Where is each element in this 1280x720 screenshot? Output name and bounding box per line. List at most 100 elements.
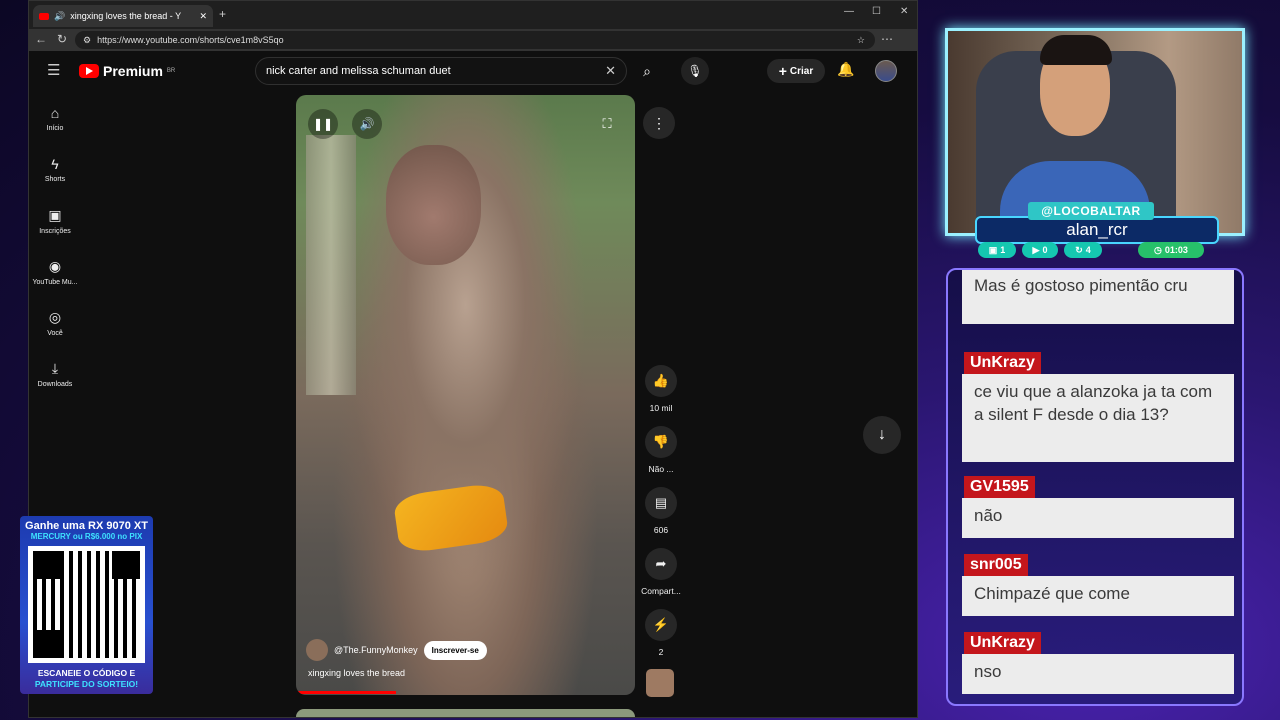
volume-button[interactable]: 🔊 — [352, 109, 382, 139]
streamer-handle: @LOCOBALTAR — [1028, 202, 1154, 220]
share-button[interactable]: ➦ Compart... — [637, 548, 685, 596]
video-progress-bar[interactable] — [296, 691, 396, 694]
fullscreen-button[interactable]: ⛶ — [592, 109, 622, 139]
pause-button[interactable]: ❚❚ — [308, 109, 338, 139]
vertical-dots-icon: ⋮ — [652, 114, 666, 131]
sidebar-label: Shorts — [44, 176, 66, 183]
chat-message: não — [962, 498, 1234, 538]
search-icon: ⌕ — [643, 62, 651, 79]
speaker-icon[interactable]: 🔊 — [54, 11, 65, 22]
sidebar-label: Inscrições — [39, 228, 71, 235]
thumbs-down-icon: 👎 — [645, 426, 677, 458]
browser-tab[interactable]: 🔊 xingxing loves the bread - Y ✕ — [33, 5, 213, 27]
channel-avatar[interactable] — [306, 639, 328, 661]
avatar[interactable] — [875, 60, 897, 82]
channel-info: @The.FunnyMonkey Inscrever-se — [306, 639, 487, 661]
close-tab-icon[interactable]: ✕ — [199, 11, 207, 22]
minimize-icon[interactable]: — — [844, 7, 854, 17]
dislike-button[interactable]: 👎 Não ... — [637, 426, 685, 474]
volume-icon: 🔊 — [359, 117, 375, 131]
subscriptions-icon: ▣ — [48, 207, 62, 223]
sidebar-item-youtube-music[interactable]: ◉ YouTube Mu... — [29, 258, 81, 286]
url-field[interactable]: ⚙ https://www.youtube.com/shorts/cve1m8v… — [75, 31, 875, 49]
voice-search-button[interactable]: 🎙 — [681, 57, 709, 85]
videos-stat: ▶ 0 — [1022, 242, 1058, 258]
video-frame-bread — [392, 481, 510, 555]
download-icon: ⤓ — [51, 360, 59, 376]
search-button[interactable]: ⌕ — [627, 57, 667, 85]
notifications-bell-icon[interactable]: 🔔 — [837, 61, 854, 78]
channel-name[interactable]: @The.FunnyMonkey — [334, 645, 418, 655]
search-input[interactable]: nick carter and melissa schuman duet ✕ — [255, 57, 627, 85]
logo-region: BR — [166, 68, 176, 74]
bookmark-star-icon[interactable]: ☆ — [857, 35, 865, 46]
short-video-player[interactable]: ❚❚ 🔊 ⛶ @The.FunnyMonkey Inscrever-se xin… — [296, 95, 635, 695]
youtube-favicon — [39, 12, 49, 20]
menu-dots-icon[interactable]: ⋯ — [881, 33, 893, 45]
sidebar-item-shorts[interactable]: ϟ Shorts — [29, 156, 81, 183]
next-short-button[interactable]: ↓ — [863, 416, 901, 454]
extra-stat: ↻ 4 — [1064, 242, 1102, 258]
chat-message: Mas é gostoso pimentão cru — [962, 270, 1234, 324]
sidebar-item-downloads[interactable]: ⤓ Downloads — [29, 360, 81, 388]
tab-bar: 🔊 xingxing loves the bread - Y ✕ + — ☐ ✕ — [29, 1, 917, 29]
sidebar-item-you[interactable]: ◎ Você — [29, 309, 81, 337]
create-label: Criar — [789, 65, 814, 77]
qr-pattern — [33, 551, 140, 658]
subscribe-button[interactable]: Inscrever-se — [423, 640, 487, 660]
chat-bubble-icon: ▣ — [988, 244, 998, 255]
url-text: https://www.youtube.com/shorts/cve1m8vS5… — [97, 35, 284, 45]
messages-stat: ▣ 1 — [978, 242, 1016, 258]
chat-username: UnKrazy — [964, 632, 1041, 654]
short-title[interactable]: xingxing loves the bread — [308, 668, 405, 678]
refresh-icon: ↻ — [1075, 244, 1083, 255]
clear-search-icon[interactable]: ✕ — [605, 63, 616, 79]
create-button[interactable]: + Criar — [767, 59, 825, 83]
hamburger-menu-icon[interactable]: ☰ — [47, 63, 60, 78]
you-icon: ◎ — [48, 309, 62, 325]
video-frame-monkey — [386, 145, 481, 265]
logo-text: Premium — [103, 63, 163, 79]
clock-icon: ◷ — [1154, 244, 1162, 255]
remix-count: 2 — [658, 647, 664, 657]
video-frame-tree — [306, 135, 356, 395]
chat-username: GV1595 — [964, 476, 1035, 498]
arrow-down-icon: ↓ — [878, 426, 886, 443]
sidebar-item-subscriptions[interactable]: ▣ Inscrições — [29, 207, 81, 235]
promo-cta-2: PARTICIPE DO SORTEIO! — [34, 679, 139, 689]
thumbs-up-icon: 👍 — [645, 365, 677, 397]
address-bar-row: ← ↻ ⚙ https://www.youtube.com/shorts/cve… — [29, 29, 917, 51]
like-count: 10 mil — [649, 403, 673, 413]
sidebar-label: Início — [46, 125, 64, 132]
next-short-preview[interactable] — [296, 709, 635, 717]
microphone-icon: 🎙 — [687, 64, 703, 78]
sidebar-label: Downloads — [37, 381, 73, 388]
youtube-music-icon: ◉ — [48, 258, 62, 274]
reload-icon[interactable]: ↻ — [57, 33, 67, 45]
share-icon: ➦ — [645, 548, 677, 580]
like-button[interactable]: 👍 10 mil — [637, 365, 685, 413]
site-info-icon[interactable]: ⚙ — [83, 35, 91, 46]
home-icon: ⌂ — [50, 105, 60, 121]
more-options-button[interactable]: ⋮ — [643, 107, 675, 139]
timer-stat: ◷ 01:03 — [1138, 242, 1204, 258]
remix-button[interactable]: ⚡ 2 — [637, 609, 685, 657]
back-icon[interactable]: ← — [35, 33, 47, 45]
close-window-icon[interactable]: ✕ — [900, 7, 908, 17]
comments-button[interactable]: ▤ 606 — [637, 487, 685, 535]
qr-code[interactable] — [28, 546, 145, 663]
promo-title: Ganhe uma RX 9070 XT — [25, 520, 148, 532]
new-tab-icon[interactable]: + — [219, 8, 226, 20]
chat-panel: Mas é gostoso pimentão cru UnKrazy ce vi… — [946, 268, 1244, 706]
videos-count: 0 — [1042, 245, 1048, 255]
browser-window: 🔊 xingxing loves the bread - Y ✕ + — ☐ ✕… — [28, 0, 918, 718]
youtube-logo[interactable]: Premium BR — [79, 63, 175, 79]
maximize-icon[interactable]: ☐ — [872, 7, 881, 17]
comment-icon: ▤ — [645, 487, 677, 519]
sidebar-label: YouTube Mu... — [32, 279, 78, 286]
sound-thumbnail[interactable] — [646, 669, 674, 697]
plus-icon: + — [778, 63, 787, 79]
sidebar-item-home[interactable]: ⌂ Início — [29, 105, 81, 132]
remix-icon: ⚡ — [645, 609, 677, 641]
viewer-name: alan_rcr — [1066, 220, 1128, 239]
